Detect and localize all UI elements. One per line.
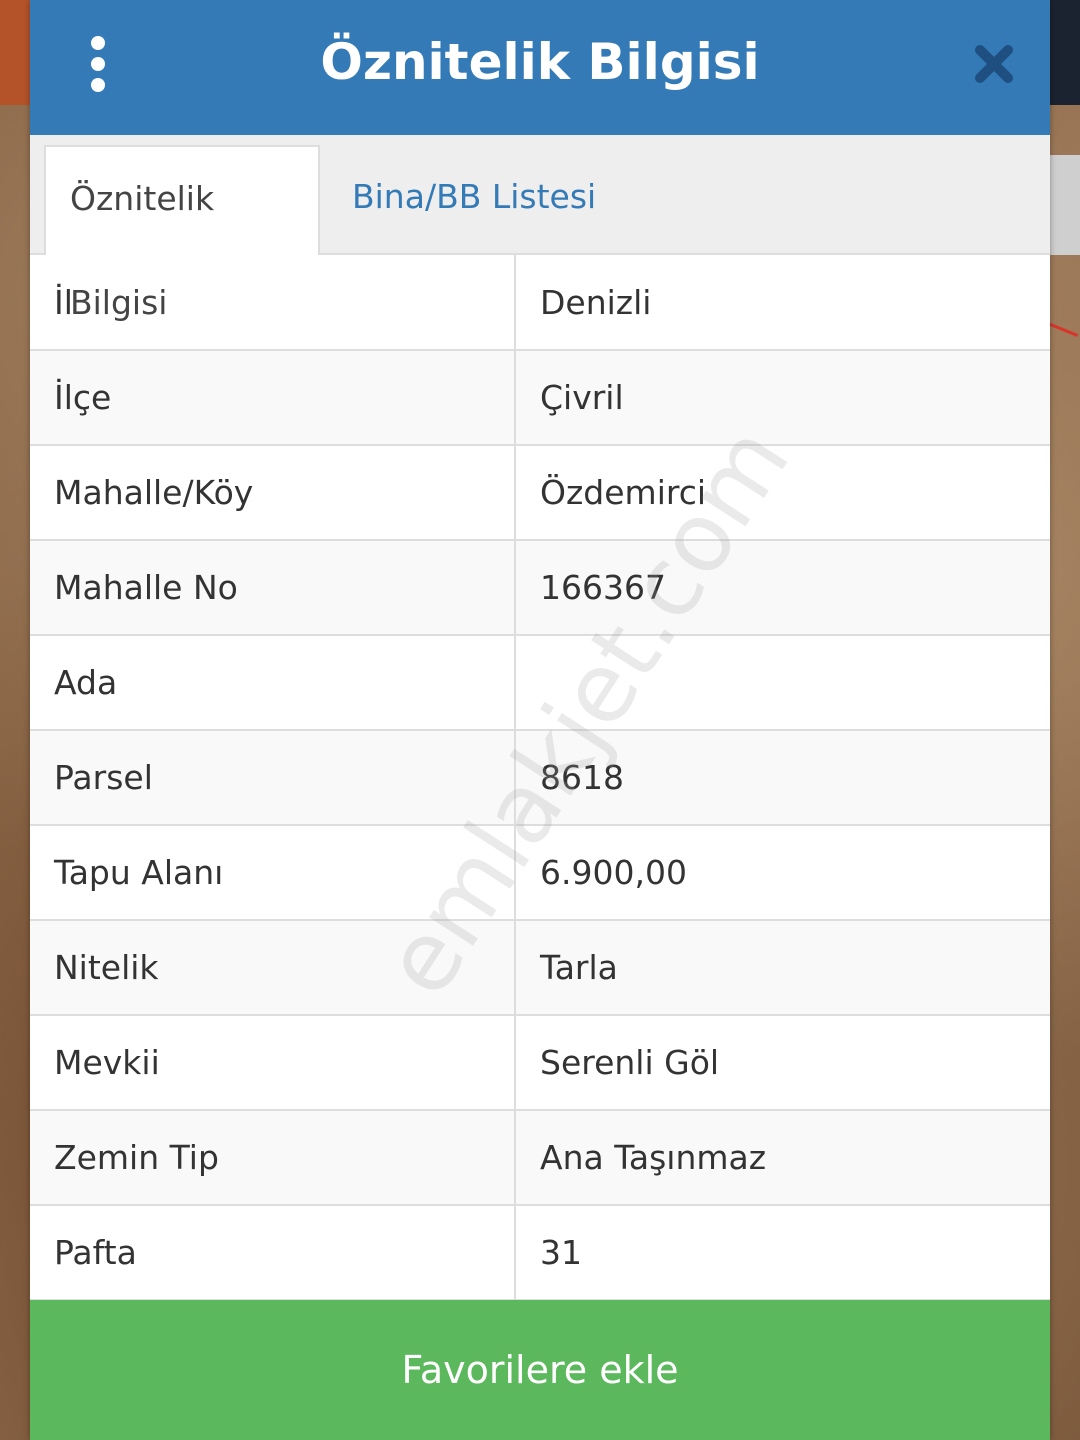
attribute-value [515,635,1050,731]
attribute-key: Tapu Alanı [30,825,516,921]
table-row: Tapu Alanı 6.900,00 [30,825,1050,921]
table-row: Nitelik Tarla [30,920,1050,1016]
attribute-key: Zemin Tip [30,1110,516,1206]
attribute-value: Tarla [515,920,1050,1016]
table-row: Mevkii Serenli Göl [30,1015,1050,1111]
attribute-value: 8618 [515,730,1050,826]
close-icon[interactable] [974,44,1014,84]
attribute-value: 31 [515,1205,1050,1301]
tab-building-list[interactable]: Bina/BB Listesi [328,145,620,253]
table-row: İl Denizli [30,255,1050,351]
table-row: Parsel 8618 [30,730,1050,826]
table-row: Ada [30,635,1050,731]
dialog-title: Öznitelik Bilgisi [320,33,760,91]
attribute-key: Mahalle/Köy [30,445,516,541]
map-edge-right [1050,0,1080,105]
table-row: Mahalle/Köy Özdemirci [30,445,1050,541]
attribute-value: Çivril [515,350,1050,446]
tab-attribute-info[interactable]: Öznitelik Bilgisi [44,145,320,322]
table-row: İlçe Çivril [30,350,1050,446]
dialog-header: Öznitelik Bilgisi [30,0,1050,135]
add-to-favorites-button[interactable]: Favorilere ekle [30,1300,1050,1440]
table-row: Pafta 31 [30,1205,1050,1301]
attribute-key: Parsel [30,730,516,826]
attribute-key: Pafta [30,1205,516,1301]
attribute-value: Özdemirci [515,445,1050,541]
attribute-value: Ana Taşınmaz [515,1110,1050,1206]
table-row: Mahalle No 166367 [30,540,1050,636]
table-row: Zemin Tip Ana Taşınmaz [30,1110,1050,1206]
attribute-value: Serenli Göl [515,1015,1050,1111]
attribute-key: Mahalle No [30,540,516,636]
map-side-panel [1050,155,1080,255]
map-edge-left [0,0,30,105]
attribute-value: 6.900,00 [515,825,1050,921]
attribute-key: Mevkii [30,1015,516,1111]
attribute-key: İlçe [30,350,516,446]
attribute-key: Nitelik [30,920,516,1016]
attribute-value: 166367 [515,540,1050,636]
attribute-table: İl Denizli İlçe Çivril Mahalle/Köy Özdemirci M… [30,255,1050,1301]
attribute-dialog: Öznitelik Bilgisi Öznitelik Bilgisi Bina… [30,0,1050,1440]
tab-bar: Öznitelik Bilgisi Bina/BB Listesi [30,135,1050,322]
attribute-value: Denizli [515,255,1050,351]
attribute-key: Ada [30,635,516,731]
